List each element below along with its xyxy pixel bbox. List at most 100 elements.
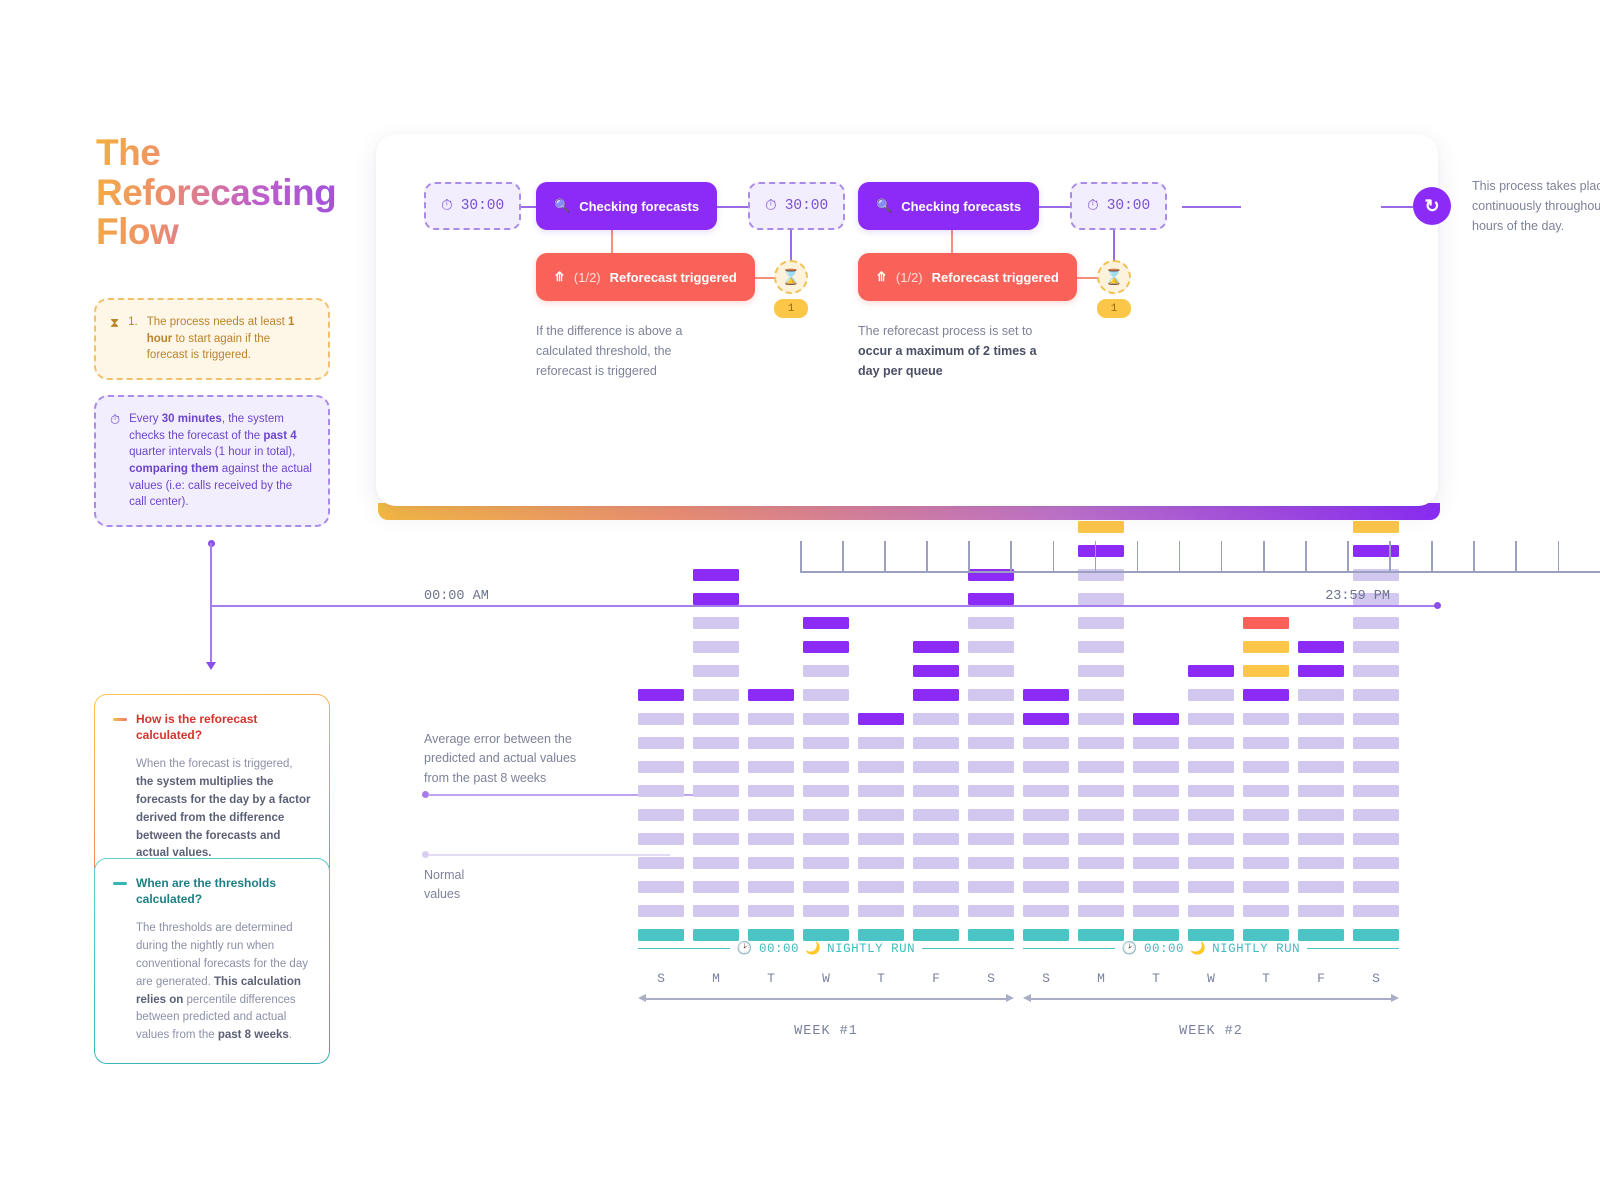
bar-segment xyxy=(1298,809,1344,821)
nightly-run-text: NIGHTLY RUN xyxy=(1212,941,1301,956)
bar-segment xyxy=(803,737,849,749)
day-label: M xyxy=(1097,971,1105,986)
bar-segment xyxy=(1353,881,1399,893)
bar-segment xyxy=(748,737,794,749)
bar-segment xyxy=(1133,809,1179,821)
hourglass-node-2[interactable]: ⌛ 1 xyxy=(1097,260,1131,318)
clock-icon: 🕑 xyxy=(736,942,753,956)
node-label: Checking forecasts xyxy=(579,198,700,214)
reforecast-triggered-node-2[interactable]: ⤊ (1/2) Reforecast triggered xyxy=(858,253,1077,301)
dash-icon xyxy=(113,718,127,721)
bar-segment xyxy=(1298,785,1344,797)
bar-segment-baseline xyxy=(1243,929,1289,941)
bar-segment xyxy=(913,905,959,917)
hourglass-badge: 1 xyxy=(1097,299,1131,318)
bar-segment-baseline xyxy=(748,929,794,941)
timer-node-3[interactable]: ⏱ 30:00 xyxy=(1070,182,1168,230)
checking-forecasts-node-2[interactable]: 🔍 Checking forecasts xyxy=(858,182,1040,230)
bar-segment xyxy=(1023,809,1069,821)
bar-segment xyxy=(638,713,684,725)
connector-horizontal xyxy=(210,605,1438,607)
bar-segment xyxy=(1353,809,1399,821)
trigger-fraction: (1/2) xyxy=(573,269,601,285)
bar-segment xyxy=(748,713,794,725)
bar-segment xyxy=(1243,809,1289,821)
ruler-tick xyxy=(1389,541,1391,573)
question-title: How is the reforecast calculated? xyxy=(136,712,258,743)
day-label: S xyxy=(987,971,995,986)
bar-segment-baseline xyxy=(1188,929,1234,941)
timer-node-2[interactable]: ⏱ 30:00 xyxy=(748,182,846,230)
bar-segment xyxy=(1188,761,1234,773)
bar-segment xyxy=(748,833,794,845)
bar-segment xyxy=(748,761,794,773)
bar-segment xyxy=(1023,713,1069,725)
bar-segment xyxy=(1133,785,1179,797)
flow-card: ⏱ 30:00 🔍 Checking forecasts ⤊ (1/2) Ref… xyxy=(376,134,1600,604)
bar-segment xyxy=(803,761,849,773)
callout-text: Every 30 minutes, the system checks the … xyxy=(129,413,312,509)
bar-segment xyxy=(638,881,684,893)
clock-icon: 🕑 xyxy=(1121,942,1138,956)
bar-segment xyxy=(1243,785,1289,797)
bar-segment xyxy=(1243,737,1289,749)
bar-segment xyxy=(748,809,794,821)
checking-forecasts-node-1[interactable]: 🔍 Checking forecasts xyxy=(536,182,718,230)
question-body: The thresholds are determined during the… xyxy=(136,922,308,1042)
bar-segment-baseline xyxy=(1078,929,1124,941)
bar-segment xyxy=(638,905,684,917)
chevron-up-icon: ⤊ xyxy=(876,269,887,284)
bar-segment xyxy=(748,905,794,917)
bar-segment xyxy=(913,689,959,701)
bar-segment xyxy=(803,617,849,629)
refresh-node[interactable]: ↻ xyxy=(1413,187,1451,225)
ruler-tick xyxy=(1094,541,1097,573)
max-times-note: The reforecast process is set to occur a… xyxy=(858,324,1037,378)
bar-segment xyxy=(858,761,904,773)
bar-segment xyxy=(748,857,794,869)
chart-annotation-top: Average error between the predicted and … xyxy=(424,732,577,785)
axis-arrow-left xyxy=(1023,994,1031,1002)
hourglass-badge: 1 xyxy=(774,299,808,318)
bar-segment-baseline xyxy=(803,929,849,941)
bar-segment xyxy=(1298,857,1344,869)
bar-segment xyxy=(968,857,1014,869)
bar-segment xyxy=(1298,689,1344,701)
question-body: When the forecast is triggered, the syst… xyxy=(136,758,311,860)
title-line-1: The xyxy=(96,132,161,173)
bar-segment xyxy=(693,905,739,917)
bar-segment xyxy=(858,833,904,845)
bar-segment xyxy=(968,665,1014,677)
ruler-tick xyxy=(1010,541,1013,573)
bar-segment xyxy=(1353,857,1399,869)
bar-segment xyxy=(968,713,1014,725)
nightly-run-line xyxy=(1023,947,1115,950)
threshold-note: If the difference is above a calculated … xyxy=(536,324,683,378)
bar-segment xyxy=(1243,617,1289,629)
reforecast-triggered-node-1[interactable]: ⤊ (1/2) Reforecast triggered xyxy=(536,253,755,301)
timer-node-1[interactable]: ⏱ 30:00 xyxy=(424,182,522,230)
bar-segment xyxy=(1023,833,1069,845)
bar-segment xyxy=(803,689,849,701)
timeline-ruler xyxy=(800,541,1600,573)
bar-segment xyxy=(803,881,849,893)
bar-segment xyxy=(803,905,849,917)
nightly-run-time: 00:00 xyxy=(1143,941,1184,956)
bar-segment xyxy=(1188,689,1234,701)
connector xyxy=(1182,206,1241,208)
bar-segment xyxy=(968,881,1014,893)
hourglass-node-1[interactable]: ⌛ 1 xyxy=(774,260,808,318)
bar-segment xyxy=(1243,905,1289,917)
bar-segment-baseline xyxy=(1023,929,1069,941)
bar-segment-baseline xyxy=(1298,929,1344,941)
bar-segment xyxy=(693,737,739,749)
day-label: T xyxy=(1262,971,1270,986)
stopwatch-icon: ⏱ xyxy=(1087,198,1099,215)
bar-segment xyxy=(858,713,904,725)
bar-segment xyxy=(693,569,739,581)
bar-segment xyxy=(693,833,739,845)
bar-segment xyxy=(968,593,1014,605)
bar-segment xyxy=(693,785,739,797)
bar-segment xyxy=(968,689,1014,701)
bar-segment xyxy=(1078,905,1124,917)
